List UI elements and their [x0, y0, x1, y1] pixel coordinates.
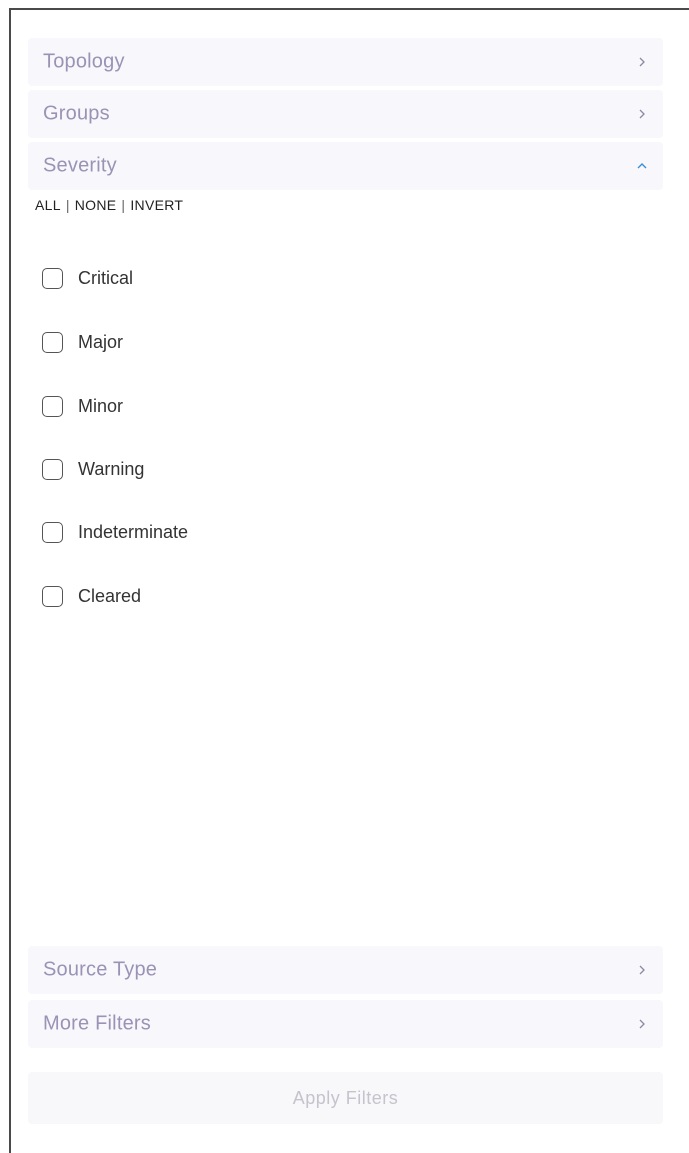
section-source-type-label: Source Type [43, 958, 158, 981]
severity-option-indeterminate[interactable]: Indeterminate [42, 519, 188, 545]
section-severity-label: Severity [43, 154, 117, 177]
chevron-right-icon [635, 1017, 649, 1031]
invert-selection-link[interactable]: INVERT [130, 197, 183, 213]
checkbox-label: Cleared [78, 585, 142, 606]
checkbox[interactable] [42, 395, 63, 417]
select-none-link[interactable]: NONE [75, 197, 117, 213]
checkbox[interactable] [42, 521, 63, 543]
chevron-right-icon [635, 55, 649, 69]
chevron-right-icon [635, 107, 649, 121]
select-all-link[interactable]: ALL [35, 197, 61, 213]
severity-bulk-actions: ALL | NONE | INVERT [35, 197, 183, 213]
section-groups[interactable]: Groups [28, 90, 663, 138]
separator: | [121, 197, 126, 213]
checkbox-label: Critical [78, 267, 134, 288]
section-source-type[interactable]: Source Type [28, 946, 663, 994]
chevron-up-icon [635, 159, 649, 173]
severity-option-critical[interactable]: Critical [42, 265, 133, 291]
severity-option-cleared[interactable]: Cleared [42, 583, 141, 609]
section-topology-label: Topology [43, 50, 125, 73]
checkbox-label: Warning [78, 458, 145, 479]
apply-filters-button[interactable]: Apply Filters [28, 1072, 663, 1124]
section-more-filters[interactable]: More Filters [28, 1000, 663, 1048]
section-groups-label: Groups [43, 102, 110, 125]
checkbox-label: Minor [78, 395, 124, 416]
severity-option-minor[interactable]: Minor [42, 393, 123, 419]
checkbox[interactable] [42, 267, 63, 289]
checkbox[interactable] [42, 458, 63, 480]
section-more-filters-label: More Filters [43, 1012, 151, 1035]
separator: | [65, 197, 70, 213]
section-topology[interactable]: Topology [28, 38, 663, 86]
checkbox-label: Indeterminate [78, 521, 189, 542]
checkbox[interactable] [42, 585, 63, 607]
severity-option-major[interactable]: Major [42, 329, 123, 355]
section-severity[interactable]: Severity [28, 142, 663, 190]
chevron-right-icon [635, 963, 649, 977]
severity-option-warning[interactable]: Warning [42, 456, 144, 482]
checkbox[interactable] [42, 331, 63, 353]
checkbox-label: Major [78, 331, 124, 352]
